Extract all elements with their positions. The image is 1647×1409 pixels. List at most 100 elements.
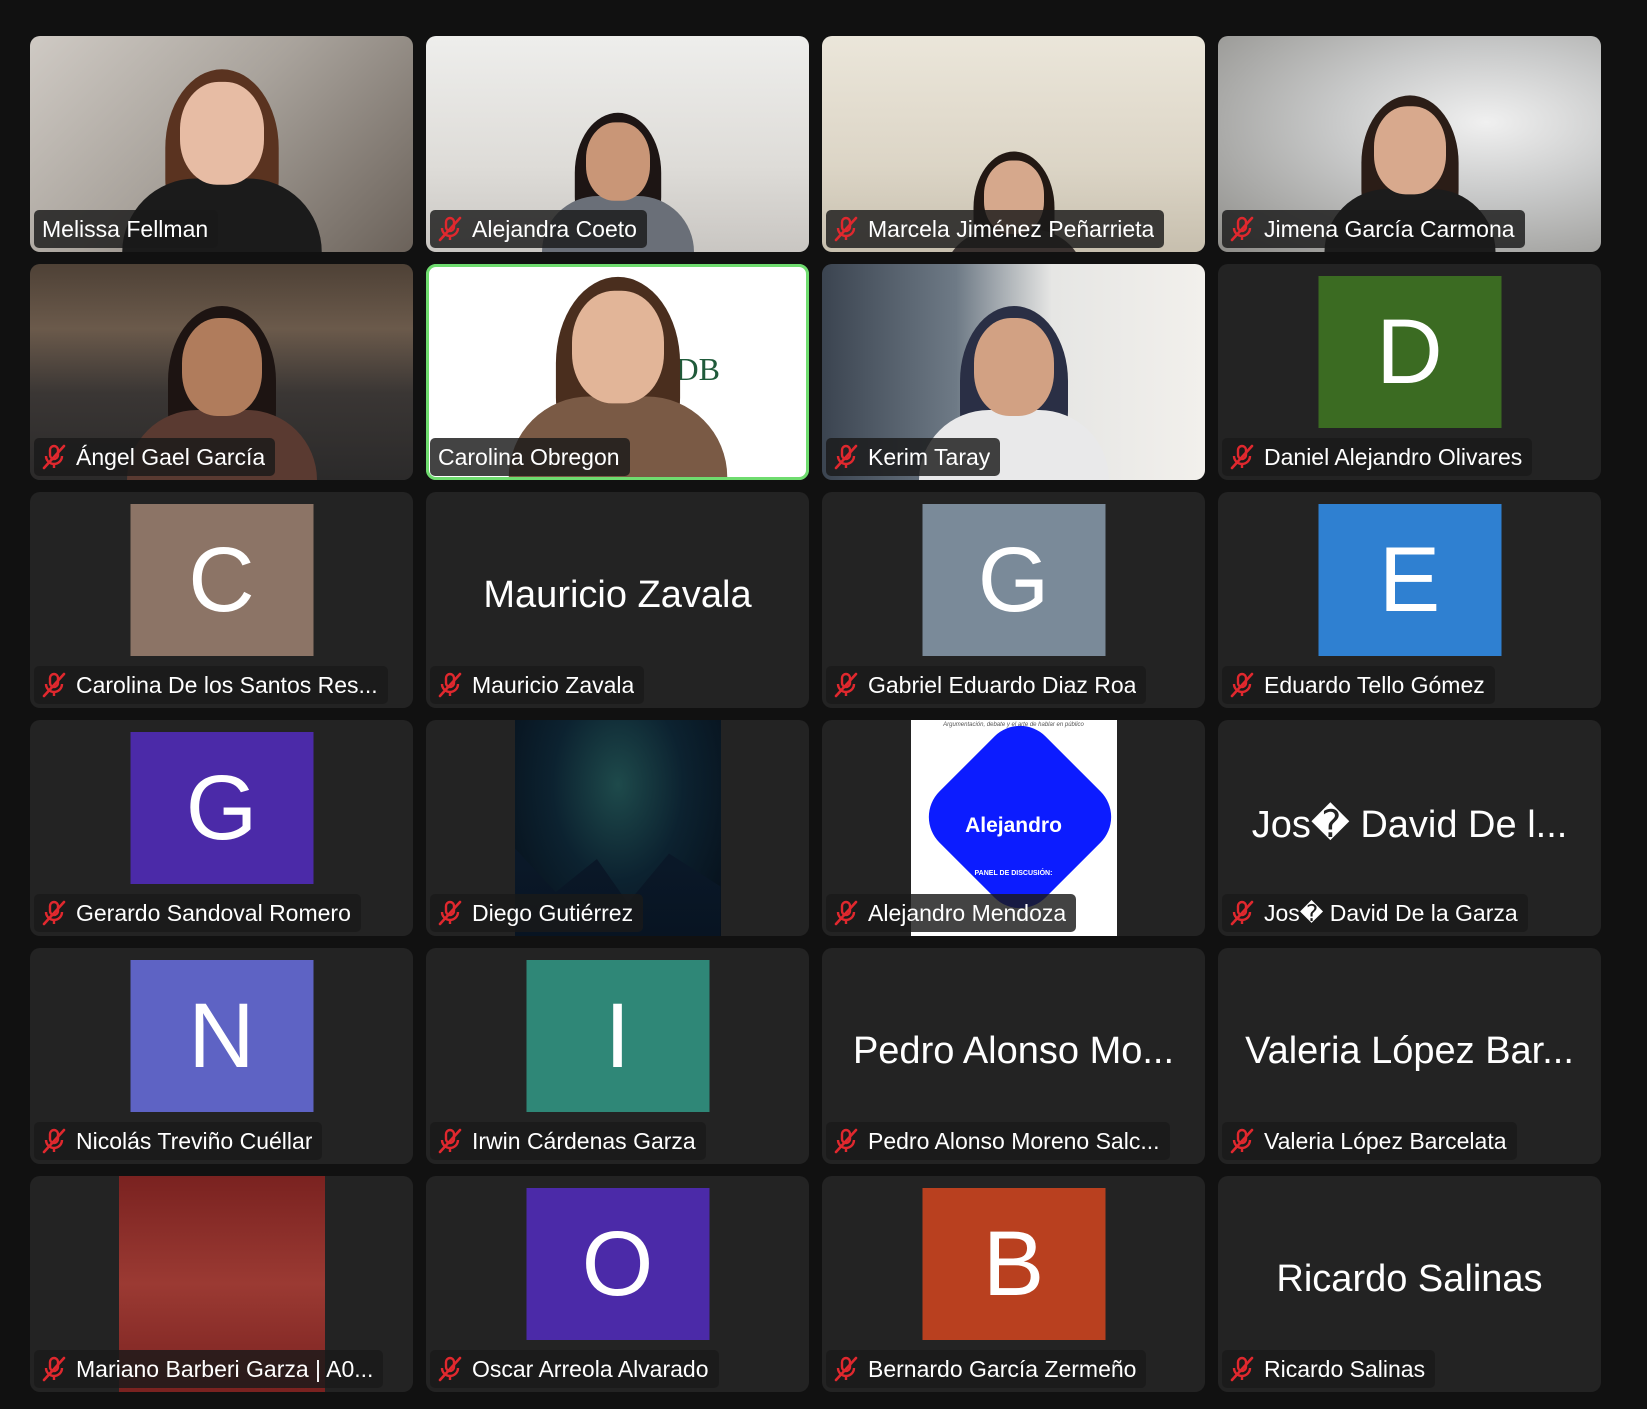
participant-tile[interactable]: G Gerardo Sandoval Romero xyxy=(30,720,413,936)
participant-avatar: G xyxy=(922,504,1105,656)
participant-name-label: Valeria López Barcelata xyxy=(1222,1122,1517,1160)
participant-name-label: Ángel Gael García xyxy=(34,438,276,476)
participant-name-label: Kerim Taray xyxy=(826,438,1001,476)
participant-name-label: Eduardo Tello Gómez xyxy=(1222,666,1495,704)
microphone-muted-icon xyxy=(834,1356,858,1382)
participant-name: Melissa Fellman xyxy=(42,215,209,242)
participant-name: Ricardo Salinas xyxy=(1264,1355,1426,1382)
microphone-muted-icon xyxy=(42,672,66,698)
participant-tile[interactable]: Alejandra Coeto xyxy=(426,36,809,252)
participant-avatar: E xyxy=(1318,504,1501,656)
participant-avatar: O xyxy=(526,1188,709,1340)
participant-display-name: Jos� David De l... xyxy=(1251,804,1568,846)
gallery-view-grid: Melissa Fellman Alejandra Coeto Marcela Ji… xyxy=(30,36,1604,1392)
participant-tile[interactable]: Ángel Gael García xyxy=(30,264,413,480)
microphone-muted-icon xyxy=(438,900,462,926)
participant-name: Daniel Alejandro Olivares xyxy=(1264,443,1523,470)
participant-display-name: Pedro Alonso Mo... xyxy=(852,1030,1175,1072)
participant-tile[interactable]: Mauricio Zavala Mauricio Zavala xyxy=(426,492,809,708)
participant-name: Oscar Arreola Alvarado xyxy=(472,1355,709,1382)
participant-name-label: Carolina Obregon xyxy=(430,438,630,476)
participant-tile[interactable]: I Irwin Cárdenas Garza xyxy=(426,948,809,1164)
participant-name-label: Gabriel Eduardo Diaz Roa xyxy=(826,666,1147,704)
participant-name-label: Bernardo García Zermeño xyxy=(826,1350,1147,1388)
participant-tile[interactable]: Diego Gutiérrez xyxy=(426,720,809,936)
participant-name: Gerardo Sandoval Romero xyxy=(76,899,351,926)
participant-tile[interactable]: Marcela Jiménez Peñarrieta xyxy=(822,36,1205,252)
participant-name-label: Melissa Fellman xyxy=(34,210,219,248)
microphone-muted-icon xyxy=(834,1128,858,1154)
participant-avatar: D xyxy=(1318,276,1501,428)
participant-display-name: Valeria López Bar... xyxy=(1245,1030,1574,1072)
participant-tile[interactable]: Pedro Alonso Mo... Pedro Alonso Moreno Sa… xyxy=(822,948,1205,1164)
microphone-muted-icon xyxy=(834,444,858,470)
participant-tile[interactable]: Ricardo Salinas Ricardo Salinas xyxy=(1218,1176,1601,1392)
microphone-muted-icon xyxy=(1230,900,1254,926)
participant-name-label: Daniel Alejandro Olivares xyxy=(1222,438,1533,476)
participant-tile[interactable]: Argumentación, debate y el arte de habla… xyxy=(822,720,1205,936)
participant-avatar: N xyxy=(130,960,313,1112)
microphone-muted-icon xyxy=(42,444,66,470)
participant-avatar: G xyxy=(130,732,313,884)
participant-name-label: Alejandra Coeto xyxy=(430,210,647,248)
participant-name: Carolina Obregon xyxy=(438,443,620,470)
participant-tile[interactable]: C Carolina De los Santos Res... xyxy=(30,492,413,708)
microphone-muted-icon xyxy=(1230,216,1254,242)
participant-tile[interactable]: O Oscar Arreola Alvarado xyxy=(426,1176,809,1392)
participant-name: Eduardo Tello Gómez xyxy=(1264,671,1485,698)
microphone-muted-icon xyxy=(438,216,462,242)
participant-name-label: Oscar Arreola Alvarado xyxy=(430,1350,719,1388)
participant-tile[interactable]: Mariano Barberi Garza | A0... xyxy=(30,1176,413,1392)
participant-name: Diego Gutiérrez xyxy=(472,899,634,926)
participant-display-name: Mauricio Zavala xyxy=(483,574,752,616)
microphone-muted-icon xyxy=(1230,444,1254,470)
participant-name-label: Ricardo Salinas xyxy=(1222,1350,1436,1388)
microphone-muted-icon xyxy=(1230,672,1254,698)
participant-tile[interactable]: N Nicolás Treviño Cuéllar xyxy=(30,948,413,1164)
participant-name-label: Diego Gutiérrez xyxy=(430,894,644,932)
participant-name: Bernardo García Zermeño xyxy=(868,1355,1137,1382)
microphone-muted-icon xyxy=(834,216,858,242)
microphone-muted-icon xyxy=(438,672,462,698)
participant-avatar: I xyxy=(526,960,709,1112)
microphone-muted-icon xyxy=(42,900,66,926)
poster-title: Alejandro xyxy=(965,814,1062,837)
microphone-muted-icon xyxy=(42,1128,66,1154)
participant-name-label: Pedro Alonso Moreno Salc... xyxy=(826,1122,1170,1160)
participant-name: Gabriel Eduardo Diaz Roa xyxy=(868,671,1137,698)
participant-name: Carolina De los Santos Res... xyxy=(76,671,378,698)
participant-tile[interactable]: Kerim Taray xyxy=(822,264,1205,480)
participant-name: Jos� David De la Garza xyxy=(1264,899,1518,926)
participant-tile[interactable]: B Bernardo García Zermeño xyxy=(822,1176,1205,1392)
participant-tile[interactable]: DB Carolina Obregon xyxy=(426,264,809,480)
participant-name: Jimena García Carmona xyxy=(1264,215,1515,242)
microphone-muted-icon xyxy=(1230,1128,1254,1154)
participant-tile[interactable]: Jimena García Carmona xyxy=(1218,36,1601,252)
participant-name-label: Irwin Cárdenas Garza xyxy=(430,1122,706,1160)
participant-tile[interactable]: Valeria López Bar... Valeria López Barcel… xyxy=(1218,948,1601,1164)
microphone-muted-icon xyxy=(834,672,858,698)
participant-tile[interactable]: D Daniel Alejandro Olivares xyxy=(1218,264,1601,480)
participant-name: Mauricio Zavala xyxy=(472,671,635,698)
participant-name: Mariano Barberi Garza | A0... xyxy=(76,1355,374,1382)
participant-avatar: B xyxy=(922,1188,1105,1340)
microphone-muted-icon xyxy=(438,1128,462,1154)
participant-name: Valeria López Barcelata xyxy=(1264,1127,1507,1154)
participant-name-label: Mariano Barberi Garza | A0... xyxy=(34,1350,384,1388)
participant-name: Marcela Jiménez Peñarrieta xyxy=(868,215,1155,242)
participant-tile[interactable]: G Gabriel Eduardo Diaz Roa xyxy=(822,492,1205,708)
participant-tile[interactable]: E Eduardo Tello Gómez xyxy=(1218,492,1601,708)
participant-name-label: Alejandro Mendoza xyxy=(826,894,1077,932)
participant-name-label: Jimena García Carmona xyxy=(1222,210,1525,248)
microphone-muted-icon xyxy=(438,1356,462,1382)
poster-subtitle: PANEL DE DISCUSIÓN: xyxy=(974,870,1053,877)
participant-name-label: Jos� David De la Garza xyxy=(1222,894,1528,932)
participant-name-label: Mauricio Zavala xyxy=(430,666,645,704)
participant-tile[interactable]: Melissa Fellman xyxy=(30,36,413,252)
participant-name-label: Gerardo Sandoval Romero xyxy=(34,894,361,932)
participant-name: Kerim Taray xyxy=(868,443,991,470)
participant-name: Nicolás Treviño Cuéllar xyxy=(76,1127,313,1154)
participant-display-name: Ricardo Salinas xyxy=(1276,1258,1543,1300)
participant-name: Alejandra Coeto xyxy=(472,215,637,242)
participant-tile[interactable]: Jos� David De l... Jos� David De la Garza xyxy=(1218,720,1601,936)
